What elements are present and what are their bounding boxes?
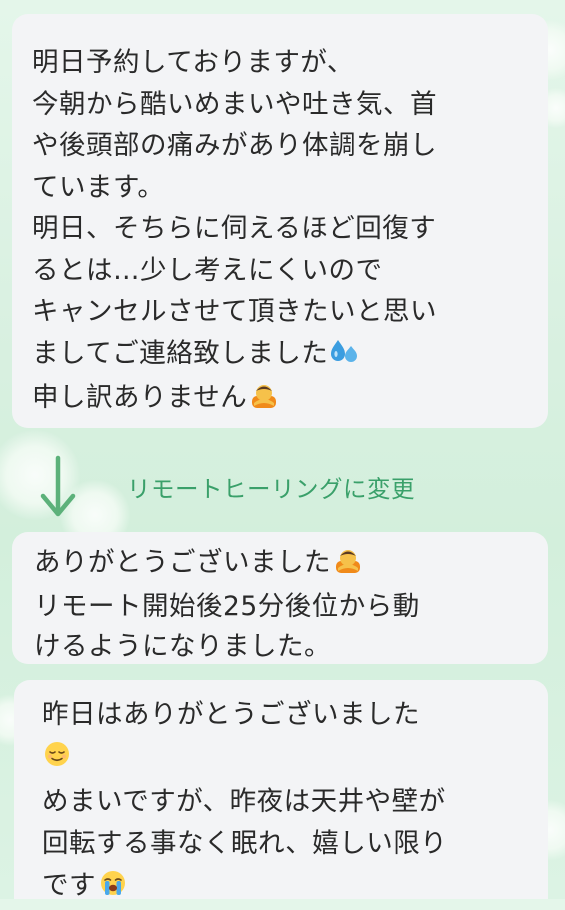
message-line-text: ましてご連絡致しました [32, 337, 329, 369]
down-arrow-icon [38, 454, 78, 528]
annotation-text: リモートヒーリングに変更 [127, 475, 415, 503]
message-bubble[interactable]: 明日予約しておりますが、 今朝から酷いめまいや吐き気、首 や後頭部の痛みがあり体… [12, 14, 548, 428]
loudly-crying-face-emoji [98, 868, 128, 910]
bowing-person-emoji [249, 380, 279, 422]
message-line-with-emoji: です [42, 865, 536, 910]
message-line-emoji-only [42, 736, 536, 781]
message-line-text: 申し訳ありません [32, 382, 248, 413]
message-line: や後頭部の痛みがあり体調を崩し [32, 130, 437, 161]
message-line: 明日、そちらに伺えるほど回復す [32, 213, 437, 244]
message-bubble[interactable]: 昨日はありがとうございました めまいですが、昨夜は天井や壁が 回転する事なく眠れ… [14, 680, 548, 901]
message-line: けるようになりました。 [34, 631, 331, 662]
message-line: 明日予約しておりますが、 [32, 47, 354, 78]
message-line: キャンセルさせて頂きたいと思い [32, 296, 437, 327]
annotation-row: リモートヒーリングに変更 [0, 448, 565, 528]
message-line-text: です [42, 870, 96, 901]
relieved-face-emoji [42, 739, 72, 781]
message-bubble[interactable]: ありがとうございました リモート開始後25分後位から動 けるようになりました。 [12, 532, 548, 664]
bowing-person-emoji [333, 546, 363, 587]
message-line-text: ありがとうございました [34, 547, 331, 578]
message-line-with-emoji: 申し訳ありません [32, 377, 534, 422]
message-line-with-emoji: ましてご連絡致しました [32, 333, 534, 378]
message-line: めまいですが、昨夜は天井や壁が [42, 786, 446, 817]
message-line: 昨日はありがとうございました [42, 699, 420, 730]
sweat-droplets-emoji [330, 336, 360, 378]
message-line: ています。 [32, 171, 165, 203]
message-line: るとは…少し考えにくいので [32, 254, 383, 286]
message-line: リモート開始後25分後位から動 [34, 590, 420, 622]
message-line: 回転する事なく眠れ、嬉しい限り [42, 828, 448, 859]
message-line-with-emoji: ありがとうございました [34, 543, 534, 587]
message-line: 今朝から酷いめまいや吐き気、首 [32, 88, 437, 120]
